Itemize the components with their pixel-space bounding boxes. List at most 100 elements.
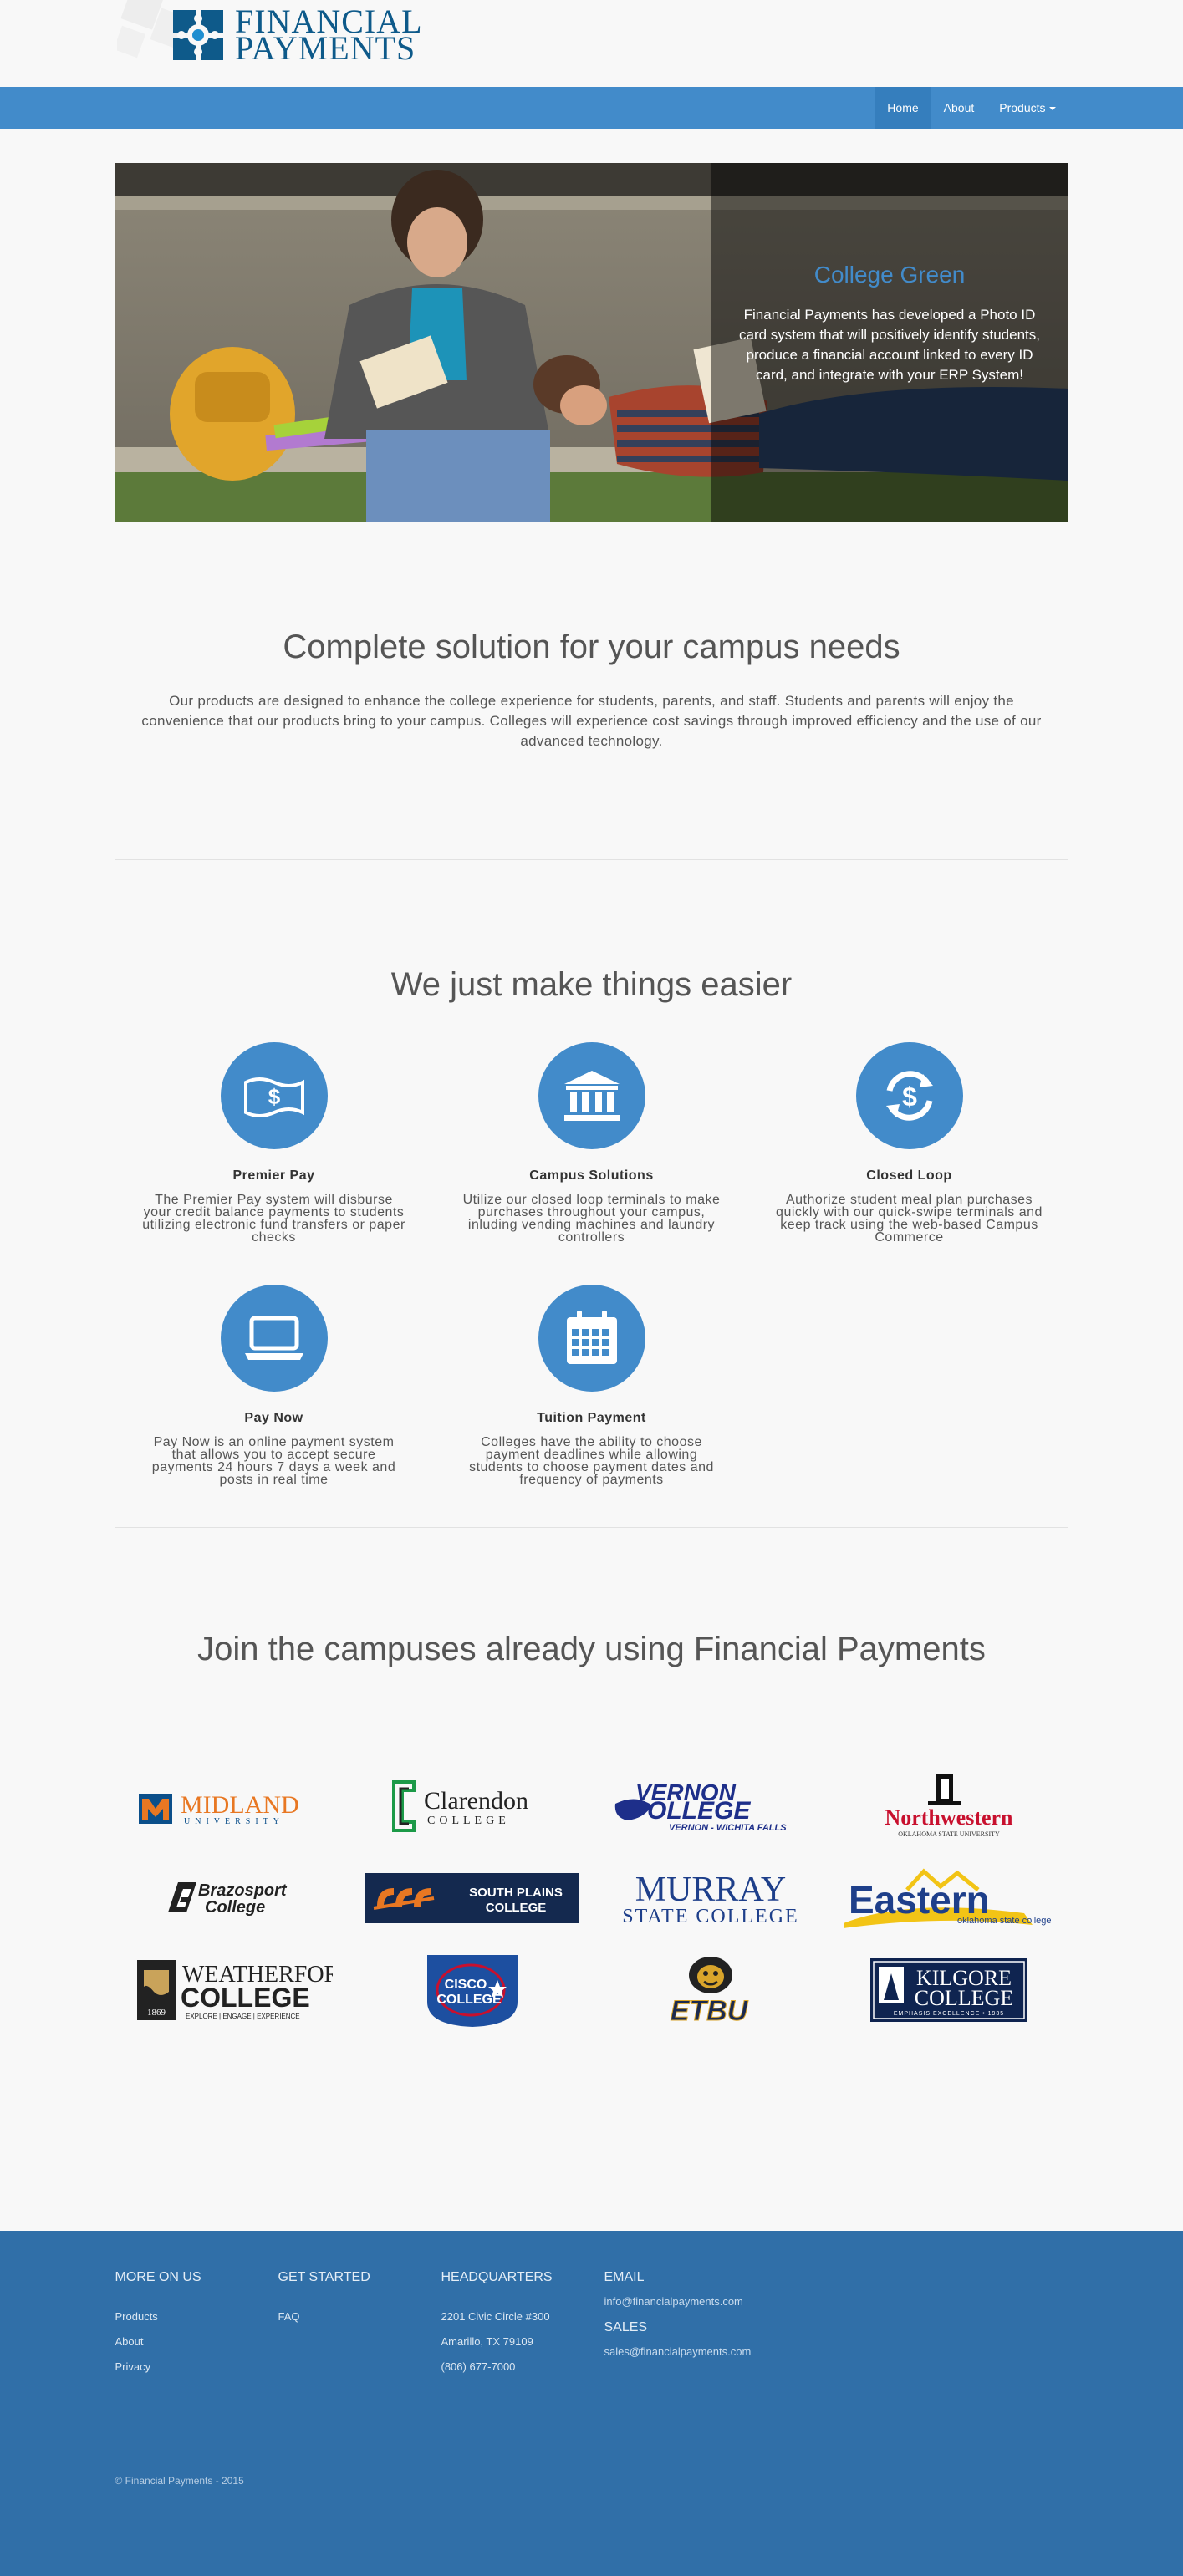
logo-kilgore-college: KILGORE COLLEGE EMPHASIS EXCELLENCE • 19… — [830, 1944, 1068, 2036]
logo-clarendon-sub: COLLEGE — [427, 1815, 510, 1827]
nav-about[interactable]: About — [931, 87, 987, 129]
hero-caption: College Green Financial Payments has dev… — [711, 163, 1068, 522]
footer-col-start: GET STARTED FAQ — [278, 2270, 441, 2385]
feature-campus-solutions: Campus Solutions Utilize our closed loop… — [433, 1042, 751, 1285]
caret-down-icon — [1048, 107, 1056, 111]
features-section: We just make things easier $ Premier Pay… — [115, 860, 1068, 1527]
logo-brazosport-college: Brazosport College — [115, 1852, 354, 1944]
footer-sales-heading: SALES — [604, 2320, 648, 2334]
brand-line-2: PAYMENTS — [235, 29, 416, 67]
feature-tuition-payment: Tuition Payment Colleges have the abilit… — [433, 1285, 751, 1527]
logo-cisco-1: CISCO — [445, 1978, 487, 1992]
footer-email-link[interactable]: info@financialpayments.com — [604, 2295, 767, 2310]
feature-text: Utilize our closed loop terminals to mak… — [462, 1193, 721, 1245]
feature-title: Premier Pay — [232, 1168, 315, 1183]
feature-premier-pay: $ Premier Pay The Premier Pay system wil… — [115, 1042, 433, 1285]
footer-heading: HEADQUARTERS — [441, 2270, 553, 2284]
logo-kilgore-sub: EMPHASIS EXCELLENCE • 1935 — [894, 2011, 1004, 2017]
main-navbar: Home About Products — [0, 87, 1183, 129]
logo-midland-name: MIDLAND — [181, 1791, 299, 1819]
logo-eastern-sub: oklahoma state college — [957, 1916, 1052, 1926]
logo-etbu-name: ETBU — [671, 1995, 749, 2025]
logo-kilgore-2: COLLEGE — [915, 1986, 1013, 2010]
brand-logo[interactable]: FINANCIAL PAYMENTS — [171, 5, 423, 67]
footer-link-products[interactable]: Products — [115, 2310, 278, 2335]
campus-logos-grid: MIDLAND UNIVERSITY Clarendon COLLEGE VER… — [115, 1760, 1068, 2036]
svg-text:$: $ — [268, 1084, 280, 1109]
logo-vernon-big: OLLEGE — [647, 1797, 751, 1825]
feature-closed-loop: $ Closed Loop Authorize student meal pla… — [751, 1042, 1068, 1285]
site-footer: MORE ON US Products About Privacy GET ST… — [0, 2231, 1183, 2576]
laptop-icon — [220, 1285, 328, 1392]
footer-sales-email-link[interactable]: sales@financialpayments.com — [604, 2345, 767, 2360]
intro-text: Our products are designed to enhance the… — [141, 693, 1042, 749]
hero-carousel: College Green Financial Payments has dev… — [115, 163, 1068, 522]
logo-clarendon-college: Clarendon COLLEGE — [354, 1760, 592, 1852]
logo-weatherford-year: 1869 — [147, 2008, 166, 2018]
footer-heading: MORE ON US — [115, 2270, 201, 2284]
logo-etbu: ETBU — [592, 1944, 830, 2036]
footer-phone[interactable]: (806) 677-7000 — [441, 2360, 604, 2385]
logo-southplains-2: COLLEGE — [486, 1901, 547, 1915]
hero-title: College Green — [813, 262, 966, 288]
footer-address-line: 2201 Civic Circle #300 — [441, 2310, 550, 2323]
nav-products[interactable]: Products — [987, 87, 1068, 129]
feature-text: Pay Now is an online payment system that… — [151, 1435, 396, 1487]
feature-title: Pay Now — [244, 1411, 303, 1425]
feature-title: Closed Loop — [866, 1168, 952, 1183]
features-grid: $ Premier Pay The Premier Pay system wil… — [115, 1042, 1068, 1527]
logo-cisco-2: COLLEGE — [436, 1993, 502, 2007]
feature-title: Tuition Payment — [537, 1411, 646, 1425]
logo-south-plains-college: SOUTH PLAINS COLLEGE — [354, 1852, 592, 1944]
logo-eastern-oklahoma: Eastern oklahoma state college — [830, 1852, 1068, 1944]
feature-pay-now: Pay Now Pay Now is an online payment sys… — [115, 1285, 433, 1527]
logo-northwestern-name: Northwestern — [885, 1805, 1013, 1830]
hero-text: Financial Payments has developed a Photo… — [739, 307, 1040, 383]
dollar-refresh-icon: $ — [855, 1042, 963, 1149]
logo-murray-state-college: MURRAY STATE COLLEGE — [592, 1852, 830, 1944]
campuses-section: Join the campuses already using Financia… — [115, 1528, 1068, 2231]
footer-col-email: EMAIL info@financialpayments.com SALES s… — [604, 2270, 767, 2385]
logo-northwestern: Northwestern OKLAHOMA STATE UNIVERSITY — [830, 1760, 1068, 1852]
footer-heading: GET STARTED — [278, 2270, 370, 2284]
feature-title: Campus Solutions — [529, 1168, 654, 1183]
logo-clarendon-name: Clarendon — [424, 1787, 528, 1815]
features-heading: We just make things easier — [390, 966, 793, 1003]
intro-heading: Complete solution for your campus needs — [283, 629, 900, 665]
footer-link-privacy[interactable]: Privacy — [115, 2360, 278, 2385]
footer-heading: EMAIL — [604, 2270, 645, 2284]
logo-vernon-sub: VERNON - WICHITA FALLS — [669, 1823, 787, 1833]
campuses-heading: Join the campuses already using Financia… — [197, 1631, 986, 1667]
money-icon: $ — [220, 1042, 328, 1149]
footer-copyright: © Financial Payments - 2015 — [115, 2475, 244, 2487]
feature-text: Authorize student meal plan purchases qu… — [776, 1193, 1043, 1245]
nav-products-label: Products — [999, 101, 1046, 115]
logo-brazosport-1: Brazosport — [198, 1881, 288, 1900]
intro-section: Complete solution for your campus needs … — [115, 522, 1068, 859]
logo-brazosport-2: College — [205, 1898, 265, 1917]
footer-col-hq: HEADQUARTERS 2201 Civic Circle #300 Amar… — [441, 2270, 604, 2385]
nav-home[interactable]: Home — [875, 87, 931, 129]
calendar-icon — [538, 1285, 645, 1392]
nav-menu: Home About Products — [875, 87, 1068, 129]
logo-weatherford-2: COLLEGE — [181, 1983, 310, 2013]
site-header: FINANCIAL PAYMENTS — [0, 0, 1183, 87]
logo-weatherford-college: 1869 WEATHERFORD COLLEGE EXPLORE | ENGAG… — [115, 1944, 354, 2036]
logo-vernon-college: VERNON OLLEGE VERNON - WICHITA FALLS — [592, 1760, 830, 1852]
brand-name: FINANCIAL PAYMENTS — [235, 5, 423, 67]
footer-col-more: MORE ON US Products About Privacy — [115, 2270, 278, 2385]
logo-northwestern-sub: OKLAHOMA STATE UNIVERSITY — [898, 1830, 1000, 1838]
logo-midland-sub: UNIVERSITY — [184, 1817, 284, 1826]
svg-text:$: $ — [902, 1082, 917, 1112]
footer-link-about[interactable]: About — [115, 2335, 278, 2360]
logo-murray-2: STATE COLLEGE — [622, 1906, 798, 1927]
logo-weatherford-sub: EXPLORE | ENGAGE | EXPERIENCE — [186, 2013, 300, 2020]
institution-icon — [538, 1042, 645, 1149]
logo-cisco-college: CISCO COLLEGE — [354, 1944, 592, 2036]
logo-murray-1: MURRAY — [635, 1871, 787, 1909]
footer-link-faq[interactable]: FAQ — [278, 2310, 441, 2335]
feature-text: Colleges have the ability to choose paym… — [469, 1435, 714, 1487]
logo-midland-university: MIDLAND UNIVERSITY — [115, 1760, 354, 1852]
brand-mark-icon — [173, 10, 223, 60]
logo-southplains-1: SOUTH PLAINS — [469, 1886, 563, 1900]
